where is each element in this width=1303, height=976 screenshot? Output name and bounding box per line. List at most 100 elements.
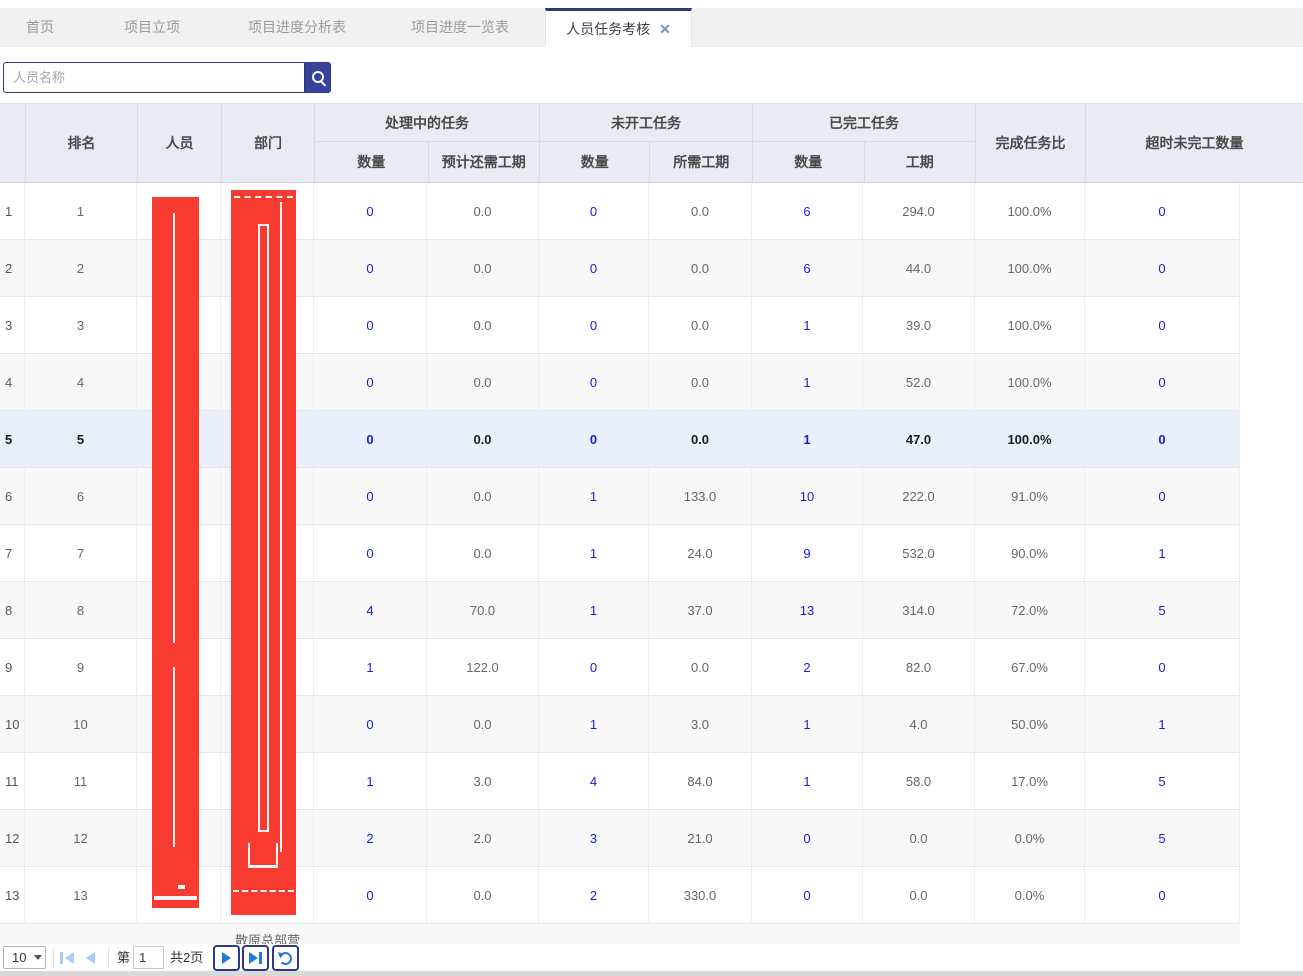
first-page-button[interactable] (60, 946, 74, 969)
cell-notstart-count[interactable]: 3 (539, 810, 649, 867)
last-page-button[interactable] (242, 945, 269, 971)
cell-done-count[interactable]: 9 (752, 525, 863, 582)
cell-notstart-count[interactable]: 2 (539, 867, 649, 924)
header-group-in-progress: 处理中的任务 数量 预计还需工期 (314, 104, 539, 182)
cell-overdue[interactable]: 5 (1085, 810, 1240, 867)
cell-proc-count[interactable]: 0 (314, 468, 427, 525)
cell-overdue[interactable]: 0 (1085, 240, 1240, 297)
cell-notstart-count[interactable]: 0 (539, 240, 649, 297)
cell-rank: 1 (25, 183, 137, 240)
cell-proc-duration: 0.0 (427, 525, 539, 582)
cell-overdue[interactable]: 0 (1085, 639, 1240, 696)
page-size-select[interactable]: 10 (3, 946, 46, 969)
cell-rank: 7 (25, 525, 137, 582)
cell-proc-duration: 0.0 (427, 468, 539, 525)
cell-done-count[interactable]: 0 (752, 867, 863, 924)
cell-overdue[interactable]: 0 (1085, 411, 1240, 468)
cell-overdue[interactable]: 0 (1085, 354, 1240, 411)
cell-overdue[interactable]: 0 (1085, 867, 1240, 924)
tab-home[interactable]: 首页 (26, 8, 54, 47)
header-overdue-count: 超时未完工数量 (1085, 104, 1303, 182)
cell-rank: 6 (25, 468, 137, 525)
cell-proc-count[interactable]: 0 (314, 525, 427, 582)
cell-done-count[interactable]: 13 (752, 582, 863, 639)
page-number-input[interactable] (133, 946, 164, 969)
cell-done-count[interactable]: 10 (752, 468, 863, 525)
cell-notstart-count[interactable]: 0 (539, 639, 649, 696)
cell-overdue[interactable]: 0 (1085, 468, 1240, 525)
header-row-number (0, 104, 25, 182)
cell-rank: 5 (25, 411, 137, 468)
cell-overdue[interactable]: 0 (1085, 183, 1240, 240)
next-page-icon (222, 952, 231, 964)
cell-overdue[interactable]: 5 (1085, 753, 1240, 810)
cell-proc-duration: 2.0 (427, 810, 539, 867)
cell-proc-count[interactable]: 2 (314, 810, 427, 867)
cell-notstart-count[interactable]: 1 (539, 525, 649, 582)
cell-rank: 9 (25, 639, 137, 696)
prev-page-button[interactable] (86, 946, 95, 969)
cell-notstart-count[interactable]: 0 (539, 354, 649, 411)
refresh-button[interactable] (272, 945, 299, 971)
search-button[interactable] (305, 62, 331, 93)
cell-notstart-count[interactable]: 1 (539, 696, 649, 753)
cell-proc-duration: 0.0 (427, 297, 539, 354)
refresh-icon (279, 952, 292, 965)
cell-proc-count[interactable]: 0 (314, 297, 427, 354)
cell-proc-count[interactable]: 0 (314, 183, 427, 240)
cell-done-count[interactable]: 0 (752, 810, 863, 867)
cell-done-count[interactable]: 1 (752, 753, 863, 810)
cell-proc-count[interactable]: 0 (314, 411, 427, 468)
cell-rank: 11 (25, 753, 137, 810)
cell-proc-count[interactable]: 1 (314, 753, 427, 810)
cell-overdue[interactable]: 5 (1085, 582, 1240, 639)
cell-done-count[interactable]: 6 (752, 183, 863, 240)
cell-done-duration: 52.0 (863, 354, 975, 411)
cell-proc-duration: 70.0 (427, 582, 539, 639)
cell-notstart-duration: 3.0 (649, 696, 752, 753)
cell-done-count[interactable]: 1 (752, 354, 863, 411)
search-input[interactable] (3, 62, 305, 93)
chevron-down-icon (34, 955, 42, 960)
cell-notstart-count[interactable]: 4 (539, 753, 649, 810)
cell-num: 7 (0, 525, 25, 582)
cell-done-count[interactable]: 1 (752, 696, 863, 753)
cell-notstart-duration: 330.0 (649, 867, 752, 924)
cell-proc-count[interactable]: 0 (314, 240, 427, 297)
cell-overdue[interactable]: 1 (1085, 696, 1240, 753)
cell-notstart-count[interactable]: 1 (539, 582, 649, 639)
cell-proc-count[interactable]: 0 (314, 696, 427, 753)
tab-project-initiation[interactable]: 项目立项 (124, 8, 180, 47)
tab-progress-analysis[interactable]: 项目进度分析表 (248, 8, 346, 47)
cell-notstart-count[interactable]: 0 (539, 411, 649, 468)
cell-done-duration: 82.0 (863, 639, 975, 696)
cell-notstart-duration: 84.0 (649, 753, 752, 810)
cell-done-duration: 47.0 (863, 411, 975, 468)
cell-rank: 2 (25, 240, 137, 297)
cell-overdue[interactable]: 1 (1085, 525, 1240, 582)
cell-done-count[interactable]: 2 (752, 639, 863, 696)
cell-notstart-count[interactable]: 1 (539, 468, 649, 525)
cell-proc-count[interactable]: 0 (314, 354, 427, 411)
cell-notstart-count[interactable]: 0 (539, 183, 649, 240)
cell-rank: 4 (25, 354, 137, 411)
cell-overdue[interactable]: 0 (1085, 297, 1240, 354)
tab-personnel-task-assessment[interactable]: 人员任务考核 ✕ (545, 8, 692, 47)
next-page-button[interactable] (213, 945, 240, 971)
cell-notstart-duration: 0.0 (649, 240, 752, 297)
table-header: 排名 人员 部门 处理中的任务 数量 预计还需工期 未开工任务 数量 所需工期 … (0, 103, 1303, 183)
tab-progress-overview[interactable]: 项目进度一览表 (411, 8, 509, 47)
cell-num: 12 (0, 810, 25, 867)
close-tab-icon[interactable]: ✕ (659, 21, 671, 38)
cell-done-count[interactable]: 1 (752, 297, 863, 354)
cell-proc-count[interactable]: 1 (314, 639, 427, 696)
header-group-completed-label: 已完工任务 (753, 104, 975, 142)
cell-proc-count[interactable]: 0 (314, 867, 427, 924)
cell-num: 13 (0, 867, 25, 924)
cell-done-duration: 0.0 (863, 867, 975, 924)
table-row-partial[interactable]: 散原总部营 (0, 924, 1240, 944)
cell-notstart-count[interactable]: 0 (539, 297, 649, 354)
cell-done-count[interactable]: 6 (752, 240, 863, 297)
cell-done-count[interactable]: 1 (752, 411, 863, 468)
cell-proc-count[interactable]: 4 (314, 582, 427, 639)
